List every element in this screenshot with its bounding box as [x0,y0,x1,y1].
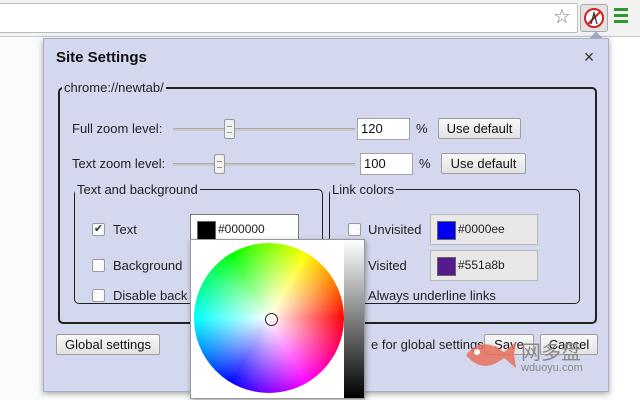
disable-background-checkbox[interactable] [92,289,105,302]
unvisited-checkbox[interactable] [348,223,361,236]
visited-color-value: #551a8b [458,258,505,272]
site-settings-extension-button[interactable] [580,4,608,32]
site-settings-extension-icon [584,8,604,28]
text-color-value: #000000 [218,222,265,236]
background-checkbox[interactable] [92,259,105,272]
text-zoom-unit: % [419,156,431,171]
page-background [0,37,44,400]
close-icon[interactable]: × [582,48,596,66]
site-legend: chrome://newtab/ [64,80,164,95]
unvisited-color-swatch [437,221,456,240]
link-colors-legend: Link colors [332,182,395,197]
text-zoom-default-button[interactable]: Use default [441,153,526,174]
unvisited-color-value: #0000ee [458,222,505,236]
color-wheel[interactable] [194,243,344,393]
full-zoom-label: Full zoom level: [72,121,163,136]
full-zoom-default-button[interactable]: Use default [438,118,521,139]
unvisited-label: Unvisited [368,222,422,237]
watermark-cn: 网多盘 [521,342,581,364]
browser-toolbar: ☆ [0,0,640,37]
background-label: Background [113,258,183,273]
visited-color-swatch [437,257,456,276]
text-zoom-slider-thumb[interactable] [214,154,225,174]
text-color-label: Text [113,222,137,237]
chrome-menu-icon[interactable] [614,8,630,26]
unvisited-color-field[interactable]: #0000ee [430,214,538,245]
visited-label: Visited [368,258,407,273]
star-icon[interactable]: ☆ [551,6,573,28]
disable-background-label: Disable back [113,288,188,303]
text-zoom-slider[interactable] [173,163,355,166]
popup-title: Site Settings [56,49,147,66]
full-zoom-slider-thumb[interactable] [224,119,235,139]
global-settings-button[interactable]: Global settings [56,334,160,355]
text-background-legend: Text and background [77,182,198,197]
full-zoom-slider[interactable] [173,128,355,131]
full-zoom-input[interactable]: 120 [357,118,410,140]
link-colors-fieldset: Link colors Unvisited #0000ee Visited #5… [329,182,580,304]
text-zoom-input[interactable]: 100 [360,153,413,175]
underline-links-label: Always underline links [368,288,496,303]
lightness-slider[interactable] [344,240,364,398]
text-color-swatch [197,221,216,240]
color-wheel-handle[interactable] [265,313,278,326]
full-zoom-unit: % [416,121,428,136]
text-zoom-label: Text zoom level: [72,156,166,171]
watermark-url: wduoyu.com [521,362,583,374]
address-bar[interactable] [0,3,578,33]
color-picker[interactable] [190,239,365,399]
watermark-fish-logo [466,342,516,368]
visited-color-field[interactable]: #551a8b [430,250,538,281]
text-checkbox[interactable]: ✔ [92,223,105,236]
